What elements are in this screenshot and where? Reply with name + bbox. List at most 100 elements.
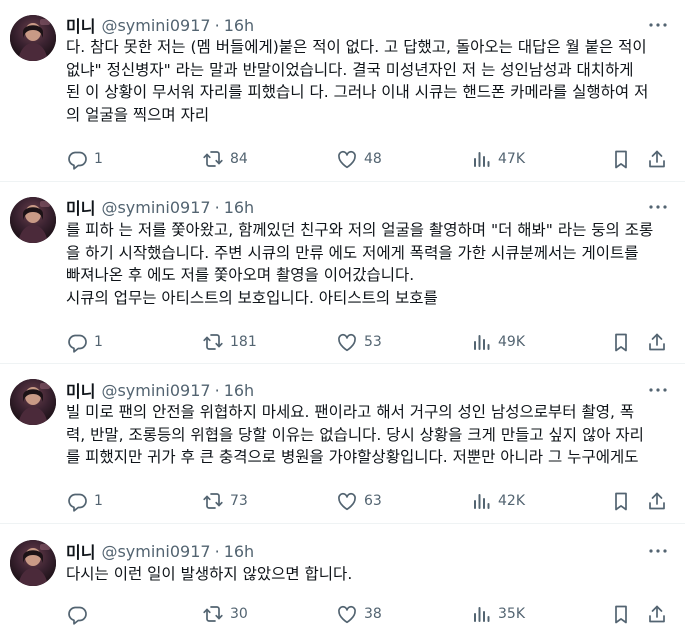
share-icon bbox=[646, 331, 668, 353]
likes-count: 38 bbox=[364, 606, 382, 622]
views-count: 47K bbox=[498, 151, 525, 167]
reposts-count: 73 bbox=[230, 493, 248, 509]
repost-button[interactable]: 30 bbox=[202, 603, 248, 625]
share-icon bbox=[646, 490, 668, 512]
tweet-header: 미니 @symini0917 · 16h bbox=[66, 378, 255, 402]
avatar[interactable] bbox=[10, 197, 56, 243]
views-icon bbox=[470, 603, 492, 625]
bookmark-icon bbox=[610, 331, 632, 353]
like-button[interactable]: 53 bbox=[336, 331, 382, 353]
divider bbox=[0, 523, 685, 524]
reply-button[interactable]: 1 bbox=[66, 148, 103, 170]
user-handle[interactable]: @symini0917 bbox=[101, 198, 210, 217]
avatar[interactable] bbox=[10, 540, 56, 586]
more-options-button[interactable] bbox=[647, 380, 669, 400]
timestamp[interactable]: 16h bbox=[224, 381, 255, 400]
share-button[interactable] bbox=[646, 331, 668, 353]
tweet-text-line: 시큐의 업무는 아티스트의 보호입니다. 아티스트의 보호를 bbox=[66, 288, 438, 307]
tweet-text: 다. 참다 못한 저는 (멤 버들에게)붙은 적이 없다. 고 답했고, 돌아오… bbox=[66, 36, 671, 126]
views-count: 49K bbox=[498, 334, 525, 350]
tweet-actions: 1 181 53 49K bbox=[66, 331, 671, 353]
share-button[interactable] bbox=[646, 148, 668, 170]
repost-icon bbox=[202, 331, 224, 353]
repost-button[interactable]: 181 bbox=[202, 331, 257, 353]
bookmark-button[interactable] bbox=[610, 490, 632, 512]
like-icon bbox=[336, 603, 358, 625]
tweet-header: 미니 @symini0917 · 16h bbox=[66, 539, 255, 563]
display-name[interactable]: 미니 bbox=[66, 195, 95, 219]
separator-dot: · bbox=[214, 15, 220, 35]
reposts-count: 84 bbox=[230, 151, 248, 167]
like-button[interactable]: 38 bbox=[336, 603, 382, 625]
separator-dot: · bbox=[214, 380, 220, 400]
views-button[interactable]: 47K bbox=[470, 148, 525, 170]
views-count: 35K bbox=[498, 606, 525, 622]
tweet-text: 다시는 이런 일이 발생하지 않았으면 합니다. bbox=[66, 563, 671, 586]
bookmark-button[interactable] bbox=[610, 331, 632, 353]
tweet-text-line: 를 피하 는 저를 쫓아왔고, 함께있던 친구와 저의 얼굴을 촬영하며 "더 … bbox=[66, 221, 654, 239]
replies-count: 1 bbox=[94, 493, 103, 509]
tweet-text-line: 다. 참다 못한 저는 (멤 버들에게)붙은 적이 없다. 고 답했고, 돌아오… bbox=[66, 38, 647, 56]
more-options-button[interactable] bbox=[647, 197, 669, 217]
tweet-text-line: 를 피했지만 귀가 후 큰 충격으로 병원을 가야할상황입니다. 저뿐만 아니라… bbox=[66, 448, 639, 466]
bookmark-icon bbox=[610, 490, 632, 512]
timestamp[interactable]: 16h bbox=[224, 198, 255, 217]
views-icon bbox=[470, 331, 492, 353]
user-handle[interactable]: @symini0917 bbox=[101, 16, 210, 35]
share-button[interactable] bbox=[646, 603, 668, 625]
tweet-text-line: 빠져나온 후 에도 저를 쫓아오며 촬영을 이어갔습니다. bbox=[66, 266, 415, 284]
tweet-text-line: 된 이 상황이 무서워 자리를 피했습니 다. 그러나 이내 시큐는 핸드폰 카… bbox=[66, 83, 649, 101]
reply-icon bbox=[66, 331, 88, 353]
likes-count: 63 bbox=[364, 493, 382, 509]
display-name[interactable]: 미니 bbox=[66, 539, 95, 563]
views-button[interactable]: 49K bbox=[470, 331, 525, 353]
user-handle[interactable]: @symini0917 bbox=[101, 542, 210, 561]
views-button[interactable]: 42K bbox=[470, 490, 525, 512]
tweet-text: 빌 미로 팬의 안전을 위협하지 마세요. 팬이라고 해서 거구의 성인 남성으… bbox=[66, 401, 671, 469]
like-button[interactable]: 63 bbox=[336, 490, 382, 512]
more-options-button[interactable] bbox=[647, 541, 669, 561]
reply-icon bbox=[66, 603, 88, 625]
separator-dot: · bbox=[214, 197, 220, 217]
tweet-text-line: 없냐" 정신병자" 라는 말과 반말이었습니다. 결국 미성년자인 저 는 성인… bbox=[66, 60, 634, 79]
avatar[interactable] bbox=[10, 379, 56, 425]
divider bbox=[0, 181, 685, 182]
separator-dot: · bbox=[214, 541, 220, 561]
repost-icon bbox=[202, 148, 224, 170]
reposts-count: 30 bbox=[230, 606, 248, 622]
repost-button[interactable]: 84 bbox=[202, 148, 248, 170]
tweet-actions: 1 84 48 47K bbox=[66, 148, 671, 170]
reply-icon bbox=[66, 148, 88, 170]
share-button[interactable] bbox=[646, 490, 668, 512]
likes-count: 53 bbox=[364, 334, 382, 350]
likes-count: 48 bbox=[364, 151, 382, 167]
timestamp[interactable]: 16h bbox=[224, 542, 255, 561]
timestamp[interactable]: 16h bbox=[224, 16, 255, 35]
display-name[interactable]: 미니 bbox=[66, 13, 95, 37]
avatar[interactable] bbox=[10, 15, 56, 61]
like-button[interactable]: 48 bbox=[336, 148, 382, 170]
more-options-button[interactable] bbox=[647, 15, 669, 35]
tweet-text-line: 다시는 이런 일이 발생하지 않았으면 합니다. bbox=[66, 565, 353, 583]
replies-count: 1 bbox=[94, 151, 103, 167]
reply-button[interactable]: 1 bbox=[66, 490, 103, 512]
tweet-actions: 30 38 35K bbox=[66, 603, 671, 625]
share-icon bbox=[646, 603, 668, 625]
replies-count: 1 bbox=[94, 334, 103, 350]
views-icon bbox=[470, 490, 492, 512]
reply-button[interactable]: 1 bbox=[66, 331, 103, 353]
tweet-text-line: 의 얼굴을 찍으며 자리 bbox=[66, 105, 210, 124]
bookmark-button[interactable] bbox=[610, 603, 632, 625]
display-name[interactable]: 미니 bbox=[66, 378, 95, 402]
like-icon bbox=[336, 490, 358, 512]
bookmark-button[interactable] bbox=[610, 148, 632, 170]
more-icon bbox=[649, 388, 667, 392]
tweet-header: 미니 @symini0917 · 16h bbox=[66, 195, 255, 219]
repost-button[interactable]: 73 bbox=[202, 490, 248, 512]
user-handle[interactable]: @symini0917 bbox=[101, 381, 210, 400]
views-button[interactable]: 35K bbox=[470, 603, 525, 625]
reply-icon bbox=[66, 490, 88, 512]
bookmark-icon bbox=[610, 148, 632, 170]
reply-button[interactable] bbox=[66, 603, 94, 625]
tweet-text: 를 피하 는 저를 쫓아왔고, 함께있던 친구와 저의 얼굴을 촬영하며 "더 … bbox=[66, 219, 671, 309]
